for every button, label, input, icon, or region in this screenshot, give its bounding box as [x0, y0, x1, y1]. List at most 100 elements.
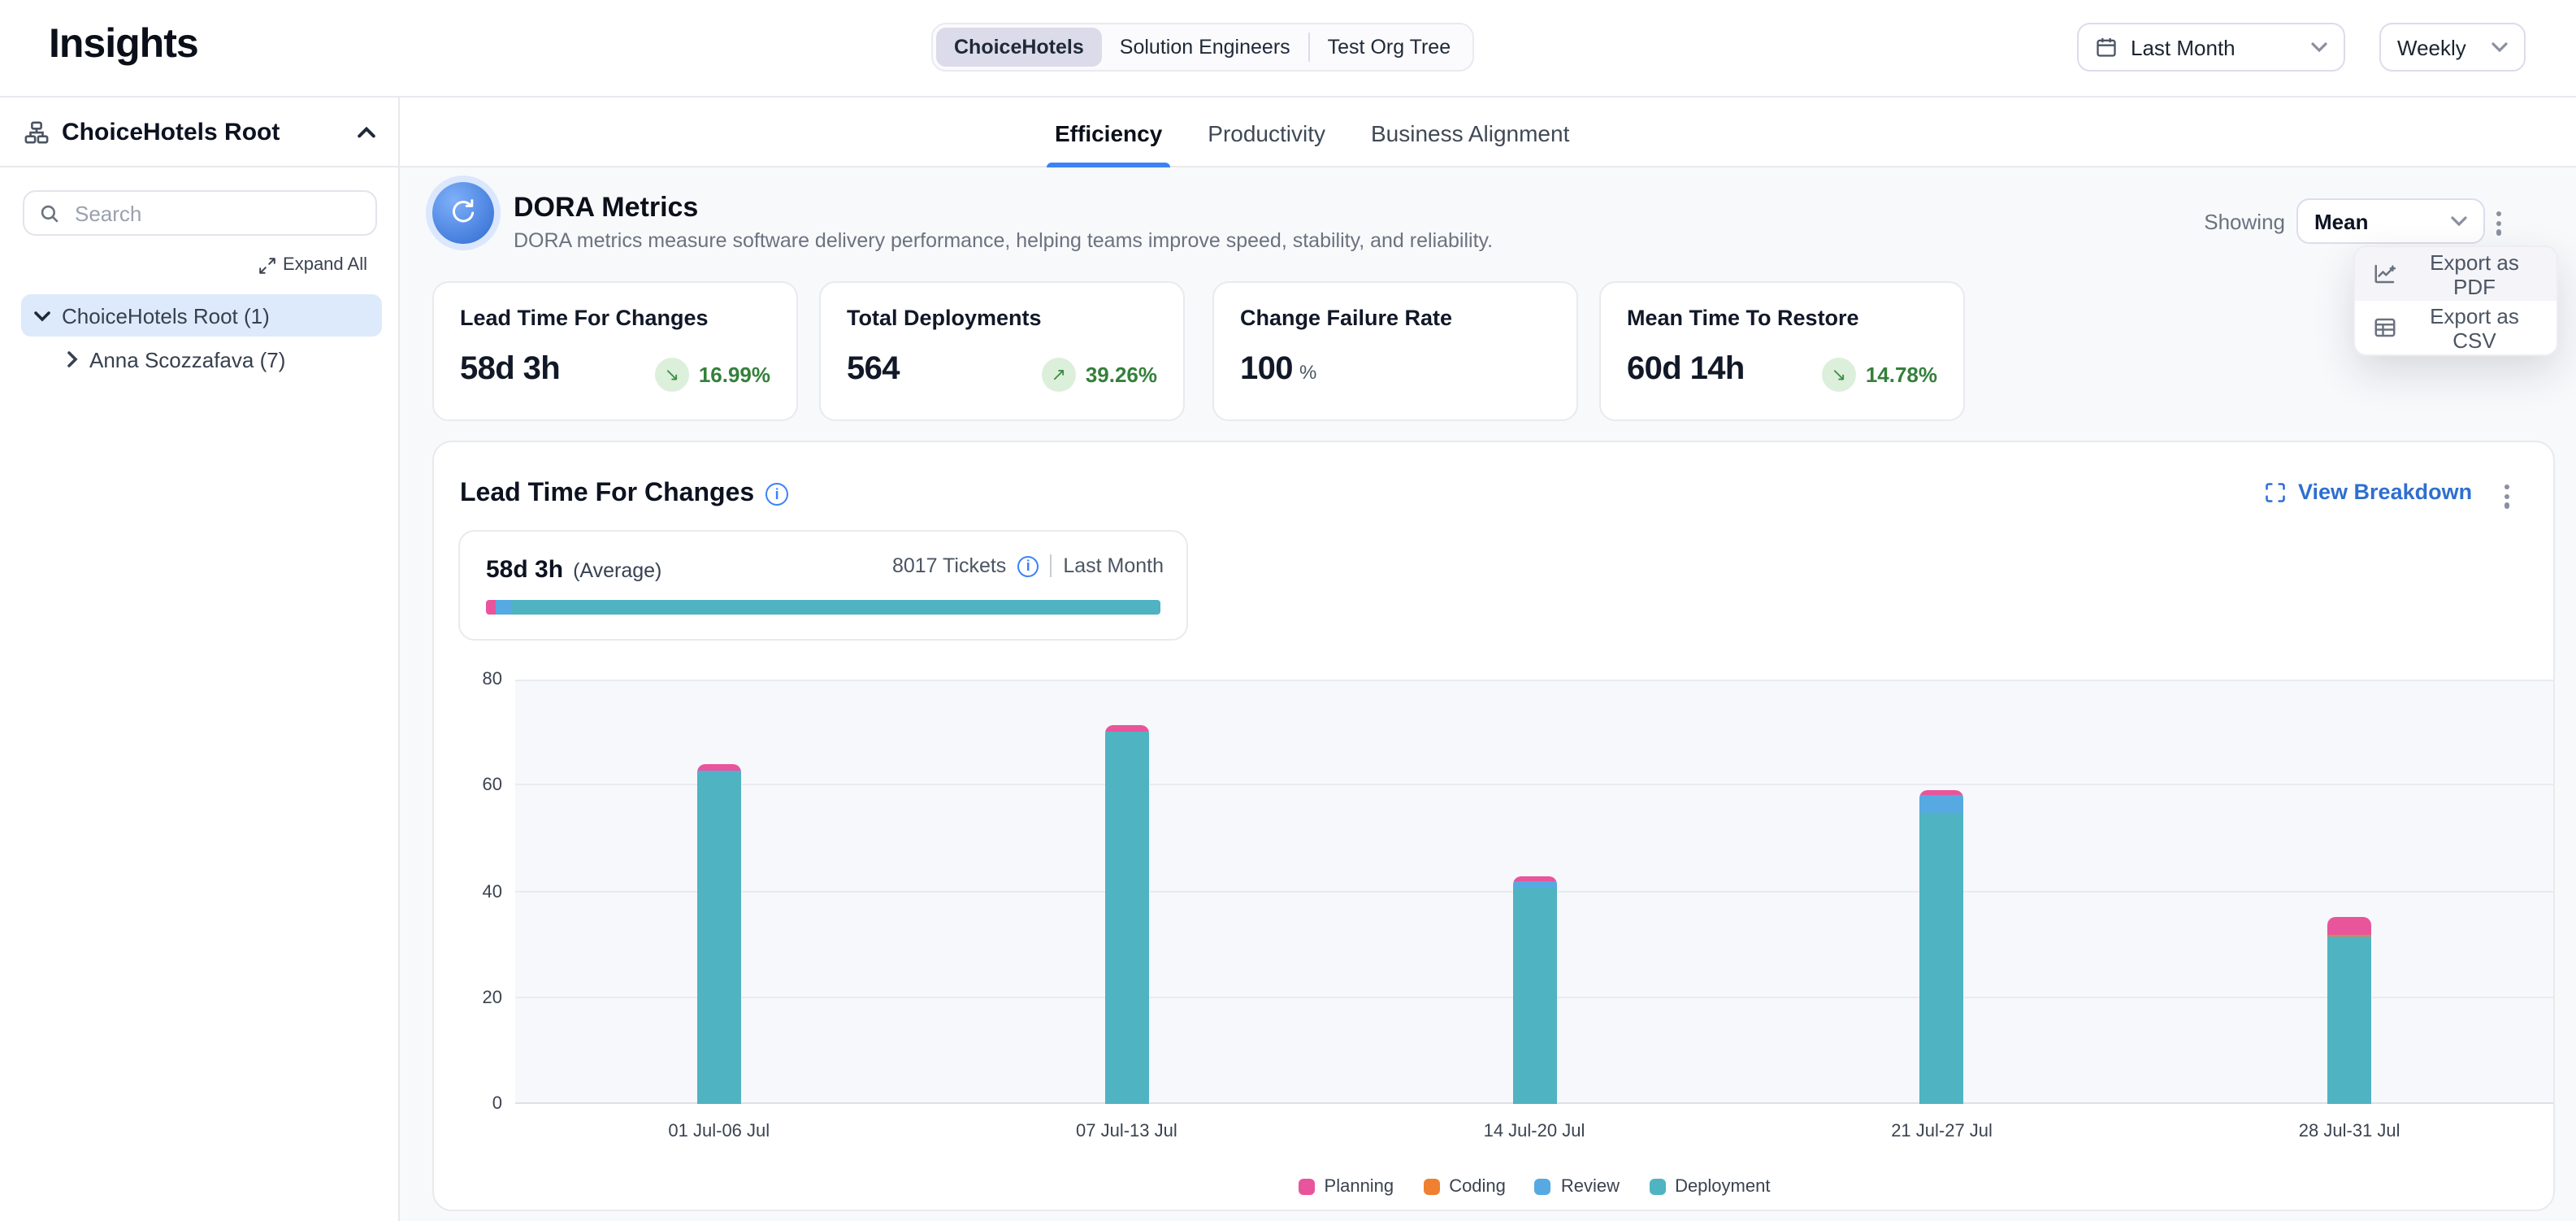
- legend-label: Planning: [1325, 1177, 1394, 1197]
- chart-ylabels: 020406080: [434, 680, 502, 1104]
- bar-week-3[interactable]: [1512, 876, 1556, 1104]
- chart-plot: [515, 680, 2553, 1104]
- gridline-80: [515, 680, 2553, 681]
- legend-label: Deployment: [1675, 1177, 1770, 1197]
- menu-item-label: Export as PDF: [2410, 250, 2539, 298]
- metric-cards-row: Lead Time For Changes 58d 3h ↘ 16.99% To…: [432, 281, 2545, 421]
- card-mean-time-to-restore: Mean Time To Restore 60d 14h ↘ 14.78%: [1599, 281, 1965, 421]
- period-label: Last Month: [1063, 554, 1164, 577]
- x-axis-label-5: 28 Jul-31 Jul: [2145, 1122, 2553, 1141]
- tab-productivity[interactable]: Productivity: [1199, 98, 1334, 167]
- bar-week-5[interactable]: [2327, 917, 2371, 1104]
- legend-item-review[interactable]: Review: [1535, 1177, 1620, 1197]
- tree-item-label: Anna Scozzafava (7): [89, 347, 285, 372]
- sidebar-header: ChoiceHotels Root: [0, 98, 398, 167]
- bar-week-2[interactable]: [1104, 724, 1148, 1104]
- x-axis-label-4: 21 Jul-27 Jul: [1738, 1122, 2146, 1141]
- view-breakdown-label: View Breakdown: [2298, 480, 2472, 504]
- card-lead-time-for-changes: Lead Time For Changes 58d 3h ↘ 16.99%: [432, 281, 798, 421]
- divider: [1050, 554, 1052, 577]
- date-range-select[interactable]: Last Month: [2077, 23, 2345, 72]
- legend-item-deployment[interactable]: Deployment: [1649, 1177, 1770, 1197]
- y-axis-tick-60: 60: [434, 776, 502, 796]
- org-tab-solution-engineers[interactable]: Solution Engineers: [1102, 28, 1308, 67]
- main-content: Efficiency Productivity Business Alignme…: [400, 98, 2576, 1221]
- org-tab-test-org-tree[interactable]: Test Org Tree: [1310, 28, 1468, 67]
- expand-all-button[interactable]: Expand All: [249, 254, 377, 276]
- card-unit: %: [1299, 361, 1316, 384]
- dora-more-options-button[interactable]: [2490, 205, 2508, 241]
- search-input[interactable]: [72, 199, 361, 227]
- card-title: Lead Time For Changes: [460, 306, 770, 330]
- bar-segment-review[interactable]: [1920, 795, 1964, 812]
- table-icon: [2373, 315, 2397, 340]
- legend-swatch-review: [1535, 1179, 1551, 1195]
- tab-business-alignment[interactable]: Business Alignment: [1363, 98, 1577, 167]
- info-icon[interactable]: i: [1017, 555, 1039, 576]
- progress-segment-review: [496, 600, 512, 615]
- y-axis-tick-80: 80: [434, 670, 502, 689]
- card-value: 100%: [1240, 351, 1316, 389]
- bar-segment-deployment[interactable]: [697, 772, 741, 1104]
- dora-metrics-icon: [432, 182, 494, 244]
- legend-item-coding[interactable]: Coding: [1423, 1177, 1506, 1197]
- search-icon: [39, 202, 60, 224]
- average-value: 58d 3h: [486, 556, 563, 584]
- bar-segment-planning[interactable]: [697, 764, 741, 770]
- lead-time-progress: [486, 600, 1160, 615]
- tree-item-label: ChoiceHotels Root (1): [62, 303, 270, 328]
- trend-up-icon: ↗: [1042, 358, 1076, 392]
- granularity-select[interactable]: Weekly: [2379, 23, 2526, 72]
- top-bar: Insights ChoiceHotels Solution Engineers…: [0, 0, 2576, 98]
- tickets-count: 8017 Tickets: [892, 554, 1006, 577]
- dora-metrics-description: DORA metrics measure software delivery p…: [514, 229, 1493, 252]
- info-icon[interactable]: i: [765, 483, 788, 506]
- card-title: Total Deployments: [847, 306, 1157, 330]
- bar-segment-deployment[interactable]: [1920, 812, 1964, 1104]
- trend-badge: ↗ 39.26%: [1042, 358, 1157, 392]
- legend-label: Coding: [1449, 1177, 1506, 1197]
- app-window: Insights ChoiceHotels Solution Engineers…: [0, 0, 2576, 1221]
- export-pdf-menu-item[interactable]: Export as PDF: [2355, 247, 2556, 301]
- gridline-60: [515, 784, 2553, 786]
- sidebar-root-title: ChoiceHotels Root: [62, 118, 341, 146]
- tree-item-choicehotels-root[interactable]: ChoiceHotels Root (1): [21, 294, 382, 337]
- chevron-right-icon: [67, 351, 78, 367]
- chart-line-icon: [2373, 262, 2397, 286]
- menu-item-label: Export as CSV: [2410, 303, 2539, 352]
- chevron-down-icon: [2451, 216, 2467, 226]
- panel-more-options-button[interactable]: [2498, 478, 2516, 515]
- org-tree-icon: [24, 119, 49, 144]
- sidebar-collapse-button[interactable]: [354, 123, 379, 141]
- date-range-value: Last Month: [2131, 35, 2298, 59]
- expand-all-label: Expand All: [283, 255, 367, 275]
- y-axis-tick-20: 20: [434, 989, 502, 1008]
- trend-down-icon: ↘: [1822, 358, 1856, 392]
- bar-segment-planning[interactable]: [1104, 724, 1148, 731]
- trend-badge: ↘ 16.99%: [655, 358, 770, 392]
- bar-segment-planning[interactable]: [2327, 917, 2371, 935]
- tab-efficiency[interactable]: Efficiency: [1047, 98, 1170, 167]
- bar-segment-deployment[interactable]: [1512, 887, 1556, 1104]
- legend-item-planning[interactable]: Planning: [1299, 1177, 1394, 1197]
- view-breakdown-button[interactable]: View Breakdown: [2254, 478, 2482, 506]
- export-csv-menu-item[interactable]: Export as CSV: [2355, 301, 2556, 354]
- trend-value: 14.78%: [1866, 363, 1937, 387]
- chevron-down-icon: [2491, 42, 2508, 52]
- tree-item-anna-scozzafava[interactable]: Anna Scozzafava (7): [54, 338, 382, 380]
- sidebar-search: [23, 190, 377, 236]
- section-tabs: Efficiency Productivity Business Alignme…: [400, 98, 2576, 167]
- bar-segment-deployment[interactable]: [2327, 936, 2371, 1104]
- expand-all-icon: [258, 256, 276, 274]
- lead-time-panel: Lead Time For Changes i View Breakdown 5…: [432, 441, 2555, 1211]
- card-value: 564: [847, 351, 900, 389]
- bar-week-1[interactable]: [697, 764, 741, 1104]
- legend-label: Review: [1561, 1177, 1620, 1197]
- trend-down-icon: ↘: [655, 358, 689, 392]
- bar-week-4[interactable]: [1920, 790, 1964, 1104]
- bar-segment-deployment[interactable]: [1104, 732, 1148, 1104]
- org-tab-choicehotels[interactable]: ChoiceHotels: [936, 28, 1102, 67]
- aggregation-select[interactable]: Mean: [2296, 198, 2485, 244]
- calendar-icon: [2095, 36, 2118, 59]
- panel-title: Lead Time For Changes i: [460, 480, 788, 509]
